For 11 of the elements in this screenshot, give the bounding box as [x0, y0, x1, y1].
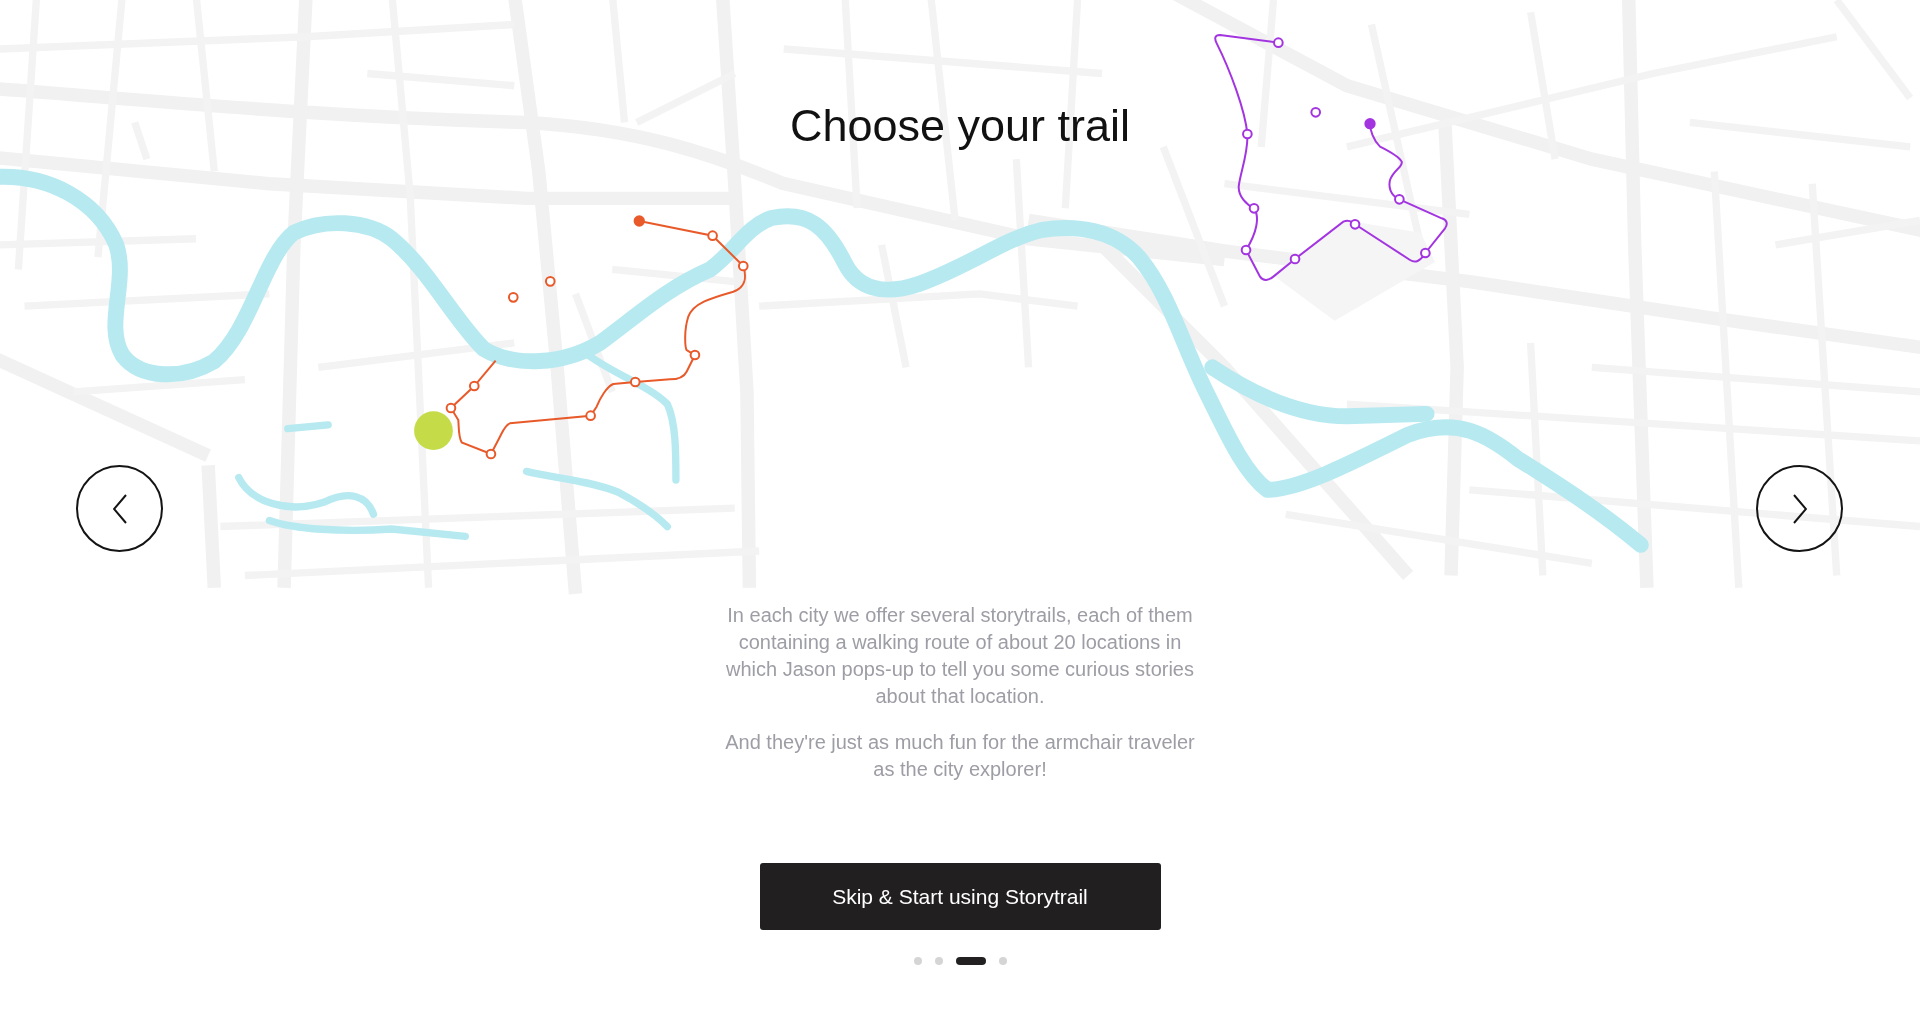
next-button[interactable] [1756, 465, 1843, 552]
chevron-left-icon [112, 493, 127, 524]
chevron-right-icon [1792, 493, 1807, 524]
skip-start-button[interactable]: Skip & Start using Storytrail [759, 863, 1161, 930]
page-title: Choose your trail [789, 99, 1131, 153]
previous-button[interactable] [76, 465, 163, 552]
description-text: In each city we offer several storytrails, each of them containing a walking route of about 20 locations in which Jason pops-up to tell you some curious stories about that location. [725, 603, 1195, 709]
pagination-dot[interactable] [934, 957, 943, 965]
description-text: And they're just as much fun for the armchair traveler as the city explorer! [724, 730, 1196, 782]
pagination-dot[interactable] [913, 957, 922, 965]
pagination-dot[interactable] [998, 957, 1007, 965]
